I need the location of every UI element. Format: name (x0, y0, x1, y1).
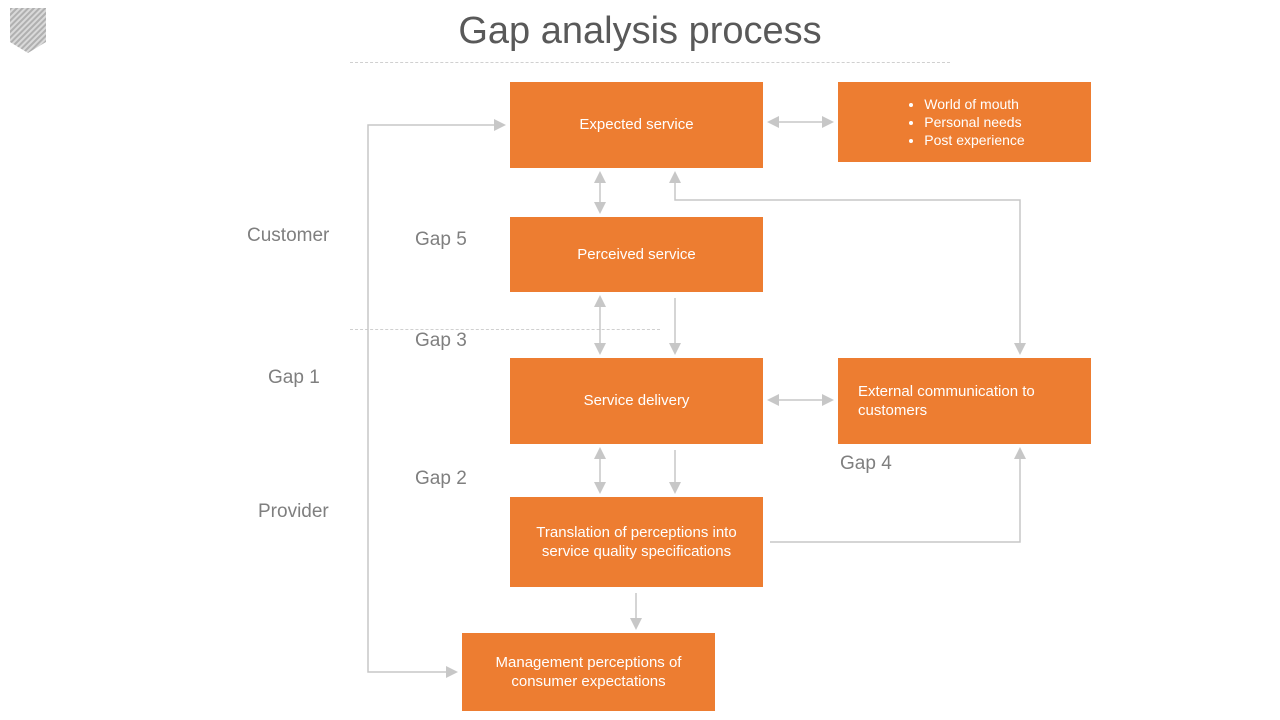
label-gap1: Gap 1 (268, 367, 320, 389)
box-bullets: World of mouth Personal needs Post exper… (838, 82, 1091, 162)
page-title: Gap analysis process (0, 10, 1280, 53)
box-perceived-text: Perceived service (577, 245, 695, 265)
divider-mid (350, 329, 660, 330)
box-delivery-text: Service delivery (584, 391, 690, 411)
box-management-text: Management perceptions of consumer expec… (474, 653, 703, 692)
label-provider: Provider (258, 501, 329, 523)
box-expected-text: Expected service (579, 115, 693, 135)
label-gap3: Gap 3 (415, 330, 467, 352)
bullet-2: Personal needs (924, 113, 1024, 131)
box-external: External communication to customers (838, 358, 1091, 444)
bullets-list: World of mouth Personal needs Post exper… (904, 95, 1024, 150)
box-external-text: External communication to customers (858, 382, 1079, 421)
box-delivery: Service delivery (510, 358, 763, 444)
label-gap2: Gap 2 (415, 468, 467, 490)
divider-top (350, 62, 950, 63)
box-translation: Translation of perceptions into service … (510, 497, 763, 587)
bullet-3: Post experience (924, 131, 1024, 149)
label-gap5: Gap 5 (415, 229, 467, 251)
box-perceived: Perceived service (510, 217, 763, 292)
bullet-1: World of mouth (924, 95, 1024, 113)
box-management: Management perceptions of consumer expec… (462, 633, 715, 711)
box-translation-text: Translation of perceptions into service … (522, 523, 751, 562)
label-gap4: Gap 4 (840, 453, 892, 475)
box-expected: Expected service (510, 82, 763, 168)
label-customer: Customer (247, 225, 329, 247)
